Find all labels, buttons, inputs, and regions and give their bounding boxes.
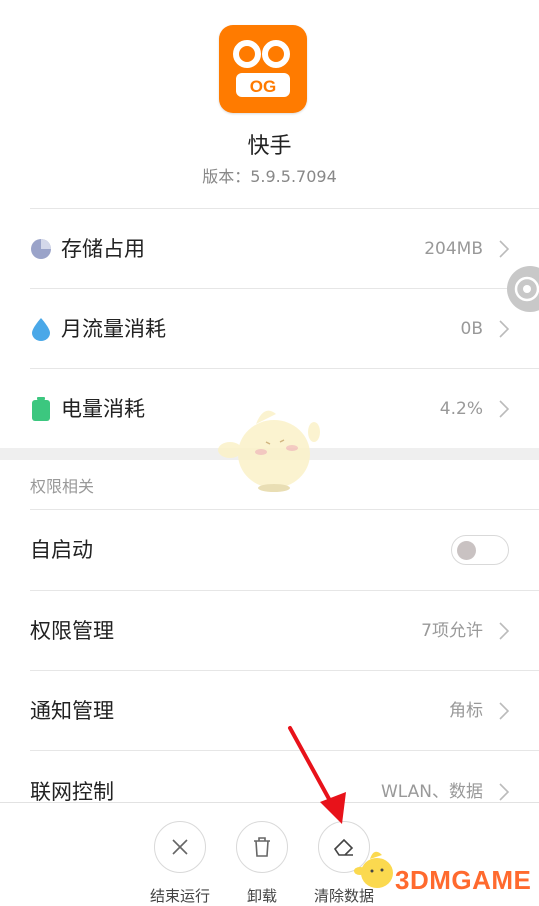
force-stop-button[interactable]: 结束运行	[145, 821, 215, 906]
watermark-text: 3DMGAME	[395, 865, 532, 895]
toggle-knob	[457, 541, 476, 560]
pie-chart-icon	[31, 239, 51, 259]
chevron-right-icon	[499, 320, 510, 338]
traffic-row[interactable]: 月流量消耗 0B	[0, 289, 539, 369]
notification-manage-label: 通知管理	[30, 699, 114, 723]
force-stop-label: 结束运行	[149, 887, 210, 905]
force-stop-circle	[154, 821, 206, 873]
permission-manage-value: 7项允许	[421, 621, 483, 641]
storage-label: 存储占用	[61, 237, 145, 261]
mascot-watermark-icon	[218, 410, 320, 492]
notification-manage-value: 角标	[449, 701, 483, 721]
uninstall-label: 卸载	[246, 887, 277, 905]
water-drop-icon	[32, 318, 50, 341]
app-icon: OG	[219, 25, 307, 113]
chevron-right-icon	[499, 400, 510, 418]
close-icon	[172, 839, 188, 855]
svg-text:OG: OG	[250, 77, 276, 96]
traffic-value: 0B	[460, 319, 483, 339]
arrow-annotation-icon	[288, 726, 346, 824]
shutter-icon	[514, 276, 539, 302]
traffic-label: 月流量消耗	[61, 317, 166, 341]
chevron-right-icon	[499, 702, 510, 720]
storage-value: 204MB	[424, 239, 483, 259]
battery-value: 4.2%	[439, 399, 483, 419]
chevron-right-icon	[499, 622, 510, 640]
mascot-small-icon	[354, 851, 393, 888]
chevron-right-icon	[499, 240, 510, 258]
section-title: 权限相关	[30, 477, 95, 496]
trash-icon	[254, 837, 270, 857]
permission-manage-label: 权限管理	[30, 619, 114, 643]
autostart-label: 自启动	[30, 538, 93, 562]
notification-manage-row[interactable]: 通知管理 角标	[0, 671, 539, 751]
storage-row[interactable]: 存储占用 204MB	[0, 209, 539, 289]
autostart-toggle[interactable]	[451, 535, 509, 565]
battery-icon	[32, 397, 50, 421]
app-name: 快手	[247, 134, 292, 159]
uninstall-button[interactable]: 卸载	[227, 821, 297, 906]
chevron-right-icon	[499, 783, 510, 801]
battery-label: 电量消耗	[61, 397, 145, 421]
app-version: 版本：5.9.5.7094	[202, 167, 337, 186]
permission-manage-row[interactable]: 权限管理 7项允许	[0, 591, 539, 671]
